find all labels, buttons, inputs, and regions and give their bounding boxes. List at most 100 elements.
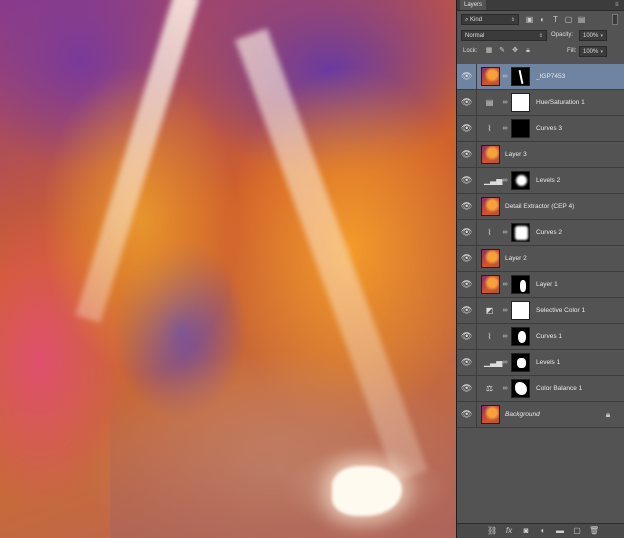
mask-link-icon[interactable]: ∞: [502, 333, 508, 341]
mask-link-icon[interactable]: ∞: [502, 99, 508, 107]
delete-layer-trash-icon[interactable]: 🗑︎: [589, 526, 599, 536]
lock-position-icon[interactable]: ✥: [511, 47, 519, 55]
light-beam-left: [75, 0, 200, 323]
visibility-eye-icon[interactable]: 👁︎: [461, 227, 472, 238]
mask-link-icon[interactable]: ∞: [502, 385, 508, 393]
layer-mask-thumbnail[interactable]: [511, 275, 530, 294]
layer-name: Levels 2: [536, 177, 561, 184]
mask-link-icon[interactable]: ∞: [502, 229, 508, 237]
column-divider: [476, 64, 477, 89]
layer-name: Detail Extractor (CEP 4): [505, 203, 575, 210]
layer-mask-thumbnail[interactable]: [511, 171, 530, 190]
layer-thumbnail: [481, 405, 500, 424]
visibility-eye-icon[interactable]: 👁︎: [461, 149, 472, 160]
column-divider: [476, 376, 477, 401]
panel-tab-bar: Layers ≡: [457, 0, 624, 11]
layer-name: _IGP7453: [536, 73, 566, 80]
layer-name: Background: [505, 411, 540, 418]
lock-all-icon[interactable]: 🔒︎: [524, 47, 532, 55]
new-adjustment-layer-icon[interactable]: ◐: [538, 526, 548, 536]
visibility-eye-icon[interactable]: 👁︎: [461, 279, 472, 290]
visibility-eye-icon[interactable]: 👁︎: [461, 201, 472, 212]
filter-toggle-switch[interactable]: [612, 14, 618, 25]
visibility-eye-icon[interactable]: 👁︎: [461, 383, 472, 394]
lock-transparent-pixels-icon[interactable]: ▦: [485, 47, 493, 55]
layer-row[interactable]: 👁︎ ▤ ∞ Hue/Saturation 1: [457, 90, 624, 116]
shape-layer-filter-icon[interactable]: ▢: [564, 15, 573, 24]
layer-row[interactable]: 👁︎ Background 🔒︎: [457, 402, 624, 428]
filter-icons: ▣ ◐ T ▢ ▤: [525, 15, 586, 24]
visibility-eye-icon[interactable]: 👁︎: [461, 305, 472, 316]
panel-menu-icon[interactable]: ≡: [615, 2, 621, 8]
lock-image-pixels-icon[interactable]: ✎: [498, 47, 506, 55]
layer-thumbnail: [481, 275, 500, 294]
column-divider: [476, 90, 477, 115]
layer-row[interactable]: 👁︎ ∞ Layer 1: [457, 272, 624, 298]
opacity-field[interactable]: 100% ▾: [579, 30, 607, 41]
footer-icons: ⛓︎ fx ◙ ◐ ▬ ▢ 🗑︎: [487, 526, 599, 536]
curves-adjustment-icon: ⌇: [487, 332, 492, 341]
layer-name: Selective Color 1: [536, 307, 586, 314]
layer-row[interactable]: 👁︎ ▁▃▅ ∞ Levels 2: [457, 168, 624, 194]
mask-link-icon[interactable]: ∞: [502, 73, 508, 81]
layer-mask-thumbnail[interactable]: [511, 379, 530, 398]
chevron-down-icon: ▾: [600, 33, 603, 39]
mask-link-icon[interactable]: ∞: [502, 307, 508, 315]
layer-mask-thumbnail[interactable]: [511, 93, 530, 112]
layer-row[interactable]: 👁︎ Layer 3: [457, 142, 624, 168]
document-canvas[interactable]: [0, 0, 456, 538]
layer-name: Layer 2: [505, 255, 527, 262]
mask-shape: [518, 69, 524, 85]
layer-row[interactable]: 👁︎ Detail Extractor (CEP 4): [457, 194, 624, 220]
smart-object-filter-icon[interactable]: ▤: [577, 15, 586, 24]
mask-link-icon[interactable]: ∞: [502, 177, 508, 185]
layer-mask-thumbnail[interactable]: [511, 301, 530, 320]
pixel-layer-filter-icon[interactable]: ▣: [525, 15, 534, 24]
visibility-eye-icon[interactable]: 👁︎: [461, 253, 472, 264]
adjustment-layer-filter-icon[interactable]: ◐: [538, 15, 547, 24]
layer-style-fx-icon[interactable]: fx: [504, 526, 514, 536]
layer-row[interactable]: 👁︎ ⌇ ∞ Curves 1: [457, 324, 624, 350]
mask-link-icon[interactable]: ∞: [502, 125, 508, 133]
new-layer-icon[interactable]: ▢: [572, 526, 582, 536]
link-layers-icon[interactable]: ⛓︎: [487, 526, 497, 536]
mask-shape: [518, 331, 526, 343]
layer-row[interactable]: 👁︎ ∞ _IGP7453: [457, 64, 624, 90]
layer-row[interactable]: 👁︎ Layer 2: [457, 246, 624, 272]
layer-mask-thumbnail[interactable]: [511, 67, 530, 86]
visibility-eye-icon[interactable]: 👁︎: [461, 123, 472, 134]
layer-mask-thumbnail[interactable]: [511, 223, 530, 242]
layer-row[interactable]: 👁︎ ⌇ ∞ Curves 3: [457, 116, 624, 142]
layer-name: Levels 1: [536, 359, 561, 366]
layer-row[interactable]: 👁︎ ◩ ∞ Selective Color 1: [457, 298, 624, 324]
column-divider: [476, 272, 477, 297]
layers-list: 👁︎ ∞ _IGP7453 👁︎ ▤ ∞ Hue/Saturation 1 👁︎…: [457, 64, 624, 428]
layer-mask-thumbnail[interactable]: [511, 119, 530, 138]
layers-panel: Layers ≡ ⌕ Kind ⇕ ▣ ◐ T ▢ ▤ Normal ⇕ Opa…: [456, 0, 624, 538]
add-layer-mask-icon[interactable]: ◙: [521, 526, 531, 536]
mask-link-icon[interactable]: ∞: [502, 281, 508, 289]
visibility-eye-icon[interactable]: 👁︎: [461, 357, 472, 368]
visibility-eye-icon[interactable]: 👁︎: [461, 71, 472, 82]
layer-row[interactable]: 👁︎ ⌇ ∞ Curves 2: [457, 220, 624, 246]
mask-link-icon[interactable]: ∞: [502, 359, 508, 367]
layer-row[interactable]: 👁︎ ▁▃▅ ∞ Levels 1: [457, 350, 624, 376]
layer-mask-thumbnail[interactable]: [511, 327, 530, 346]
column-divider: [476, 142, 477, 167]
layer-thumbnail: [481, 67, 500, 86]
visibility-eye-icon[interactable]: 👁︎: [461, 331, 472, 342]
visibility-eye-icon[interactable]: 👁︎: [461, 409, 472, 420]
filter-kind-select[interactable]: ⌕ Kind ⇕: [461, 14, 519, 25]
visibility-eye-icon[interactable]: 👁︎: [461, 97, 472, 108]
layer-mask-thumbnail[interactable]: [511, 353, 530, 372]
type-layer-filter-icon[interactable]: T: [551, 15, 560, 24]
curves-adjustment-icon: ⌇: [487, 124, 492, 133]
layer-row[interactable]: 👁︎ ⚖︎ ∞ Color Balance 1: [457, 376, 624, 402]
new-group-folder-icon[interactable]: ▬: [555, 526, 565, 536]
visibility-eye-icon[interactable]: 👁︎: [461, 175, 472, 186]
fill-field[interactable]: 100% ▾: [579, 46, 607, 57]
chevron-down-icon: ⇕: [538, 33, 543, 39]
fill-value: 100%: [583, 49, 599, 55]
tab-layers[interactable]: Layers: [460, 0, 487, 10]
blend-mode-select[interactable]: Normal ⇕: [461, 30, 547, 41]
